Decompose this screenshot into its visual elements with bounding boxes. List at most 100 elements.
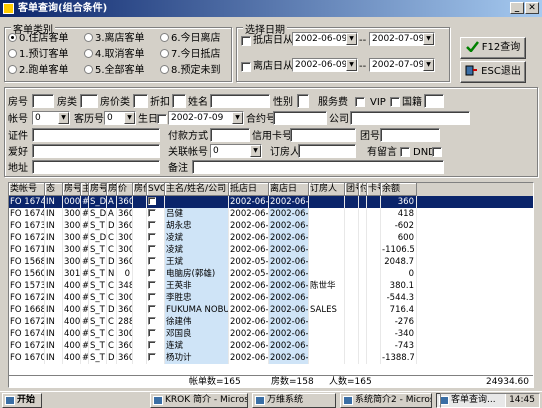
table-row[interactable]: FO 167246IN4006#S_TC360 连斌2002-06-042002-… (9, 340, 533, 352)
company-input[interactable] (350, 111, 470, 125)
taskbar-item[interactable]: KROK 简介 - Microsof... (150, 393, 248, 408)
svc-checkbox[interactable] (148, 257, 156, 265)
credit-card-input[interactable] (290, 128, 356, 142)
svc-checkbox[interactable] (148, 293, 156, 301)
address-input[interactable] (32, 160, 160, 174)
table-row[interactable]: FO 166873IN4003#S_TD360FUKUMA NOBUY福间200… (9, 304, 533, 316)
svc-checkbox[interactable] (148, 353, 156, 361)
table-row[interactable]: FO 167384IN3006#S_TD360 胡永忠2002-06-042002… (9, 220, 533, 232)
departure-date-checkbox[interactable] (241, 62, 251, 72)
category-radio-0[interactable]: 0.住店客单 (8, 33, 69, 45)
table-cell (367, 280, 381, 292)
column-header[interactable]: 付 (359, 183, 367, 196)
room-type-input[interactable] (80, 94, 98, 108)
table-cell: 0001 (64, 196, 81, 208)
column-header[interactable]: 房类 (107, 183, 117, 196)
column-header[interactable]: 主 (81, 183, 89, 196)
vip-checkbox[interactable] (390, 97, 400, 107)
category-radio-2[interactable]: 2.跑单客单 (8, 65, 69, 77)
category-radio-7[interactable]: 7.今日抵店 (160, 49, 221, 61)
svc-checkbox[interactable] (148, 317, 156, 325)
remark-input[interactable] (192, 160, 444, 174)
column-header[interactable]: 卡号 (367, 183, 381, 196)
table-row[interactable]: FO 167435IN0001#S_DA3602002-06-052002-06… (9, 196, 533, 208)
table-row[interactable]: FO 167436IN3005#S_DA360 吕健2002-06-052002-… (9, 208, 533, 220)
booker-input[interactable] (298, 144, 356, 158)
gender-input[interactable] (297, 94, 309, 108)
pay-method-input[interactable] (210, 128, 250, 142)
svc-checkbox[interactable] (148, 197, 156, 205)
column-header[interactable]: 抵店日 (229, 183, 269, 196)
taskbar-item[interactable]: 万维系统 (252, 393, 336, 408)
table-row[interactable]: FO 167099IN4007#S_TD360 杨功计2002-06-032002… (9, 352, 533, 364)
account-no-combo[interactable]: 0 ▼ (32, 111, 70, 125)
minimize-button[interactable]: _ (510, 2, 524, 14)
birthday-combo[interactable]: 2002-07-09 ▼ (168, 111, 244, 125)
birthday-checkbox[interactable] (157, 114, 167, 124)
discount-input[interactable] (172, 94, 186, 108)
linked-account-combo[interactable]: 0 ▼ (210, 144, 262, 158)
column-header[interactable]: SVC (147, 183, 165, 196)
table-row[interactable]: FO 167188IN3008#S_TC300 凌斌2002-06-032002-… (9, 244, 533, 256)
svc-checkbox[interactable] (148, 233, 156, 241)
category-radio-4[interactable]: 4.取消客单 (84, 49, 145, 61)
query-button[interactable]: F12查询 (460, 37, 526, 59)
column-header[interactable]: 类帐号 (9, 183, 45, 196)
results-grid[interactable]: 类帐号态房号主房号房类价房价SVC主名/姓名/公司抵店日离店日订房人团号付卡号余… (8, 182, 534, 388)
column-header[interactable]: 房价 (133, 183, 147, 196)
column-header[interactable]: 余额 (381, 183, 417, 196)
svc-checkbox[interactable] (148, 281, 156, 289)
exit-button[interactable]: ESC退出 (460, 61, 526, 83)
table-cell: 2002-06-05 (269, 196, 309, 208)
close-button[interactable]: ✕ (525, 2, 539, 14)
dnd-checkbox[interactable] (432, 147, 442, 157)
category-radio-8[interactable]: 8.预定未到 (160, 65, 221, 77)
guest-history-combo[interactable]: 0 ▼ (104, 111, 136, 125)
table-row[interactable]: FO 167245IN3007#S_DC300 凌斌2002-06-042002-… (9, 232, 533, 244)
name-input[interactable] (210, 94, 270, 108)
hobby-input[interactable] (32, 144, 160, 158)
column-header[interactable]: 房号 (89, 183, 107, 196)
table-row[interactable]: FO 167264IN4004#S_TC288 徐建伟2002-06-042002… (9, 316, 533, 328)
svc-checkbox[interactable] (148, 245, 156, 253)
room-no-input[interactable] (32, 94, 54, 108)
table-row[interactable]: FO 157337IN4001#S_TC348 王英非2002-06-052002… (9, 280, 533, 292)
message-checkbox[interactable] (400, 147, 410, 157)
svc-checkbox[interactable] (148, 329, 156, 337)
departure-to-combo[interactable]: 2002-07-09 ▼ (369, 58, 435, 72)
category-radio-3[interactable]: 3.离店客单 (84, 33, 145, 45)
category-radio-1[interactable]: 1.预订客单 (8, 49, 69, 61)
id-card-input[interactable] (32, 128, 160, 142)
category-radio-5[interactable]: 5.全部客单 (84, 65, 145, 77)
category-radio-6[interactable]: 6.今日离店 (160, 33, 221, 45)
column-header[interactable]: 订房人 (309, 183, 345, 196)
nationality-input[interactable] (424, 94, 444, 108)
room-no-label: 房号 (8, 97, 28, 108)
arrival-to-combo[interactable]: 2002-07-09 ▼ (369, 32, 435, 46)
column-header[interactable]: 离店日 (269, 183, 309, 196)
table-row[interactable]: FO 167217IN4002#S_TC300 李胜忠2002-06-042002… (9, 292, 533, 304)
service-fee-checkbox[interactable] (355, 97, 365, 107)
column-header[interactable]: 团号 (345, 183, 359, 196)
arrival-from-combo[interactable]: 2002-06-09 ▼ (292, 32, 358, 46)
column-header[interactable]: 主名/姓名/公司 (165, 183, 229, 196)
departure-from-combo[interactable]: 2002-06-09 ▼ (292, 58, 358, 72)
svc-checkbox[interactable] (148, 341, 156, 349)
column-header[interactable]: 价 (117, 183, 133, 196)
start-button[interactable]: 开始 (2, 393, 42, 408)
table-row[interactable]: FO 156017IN3012#S_TN0电脑房(郭雄)2002-05-2620… (9, 268, 533, 280)
contract-no-input[interactable] (273, 111, 327, 125)
taskbar-item[interactable]: 系统简介2 - Microsof... (340, 393, 432, 408)
svc-checkbox[interactable] (148, 209, 156, 217)
svc-checkbox[interactable] (148, 269, 156, 277)
arrival-date-checkbox[interactable] (241, 36, 251, 46)
table-cell (309, 208, 345, 220)
group-no-input[interactable] (380, 128, 440, 142)
room-rate-type-input[interactable] (133, 94, 148, 108)
svc-checkbox[interactable] (148, 305, 156, 313)
column-header[interactable]: 态 (45, 183, 63, 196)
column-header[interactable]: 房号 (63, 183, 81, 196)
table-row[interactable]: FO 156837IN3009#S_TD360 王斌2002-05-312002-… (9, 256, 533, 268)
table-row[interactable]: FO 167401IN4005#S_TC300 邓国良2002-06-042002… (9, 328, 533, 340)
svc-checkbox[interactable] (148, 221, 156, 229)
